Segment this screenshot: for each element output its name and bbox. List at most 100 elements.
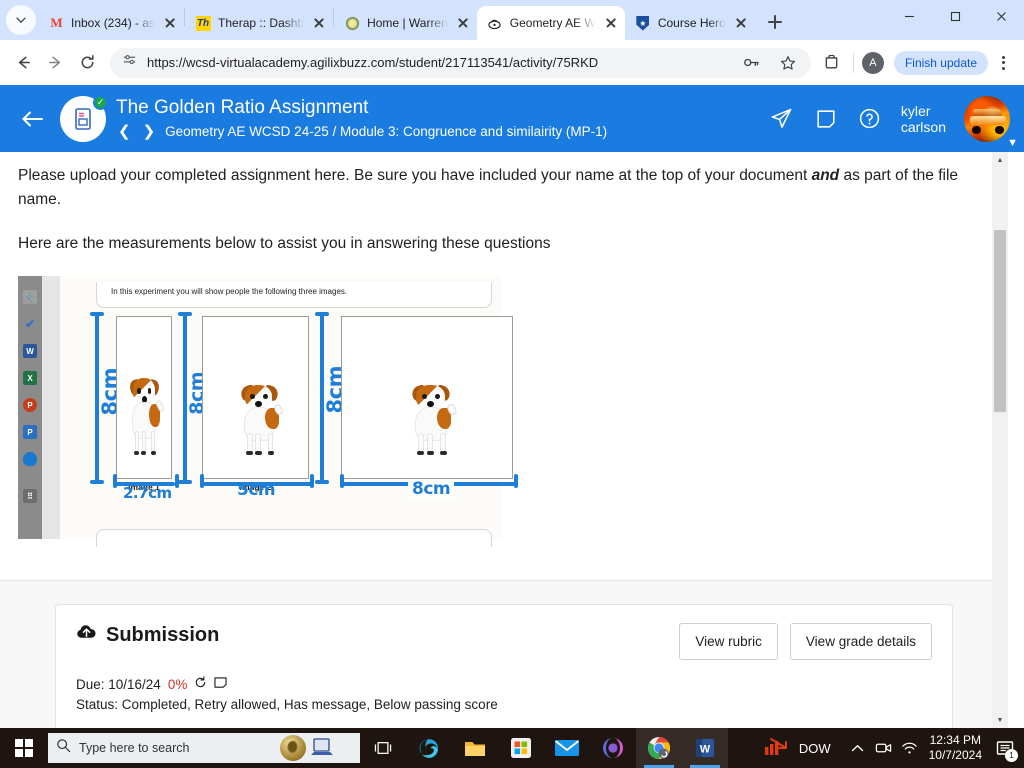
page-title: The Golden Ratio Assignment [116,97,369,118]
tab-title: Geometry AE W [509,16,596,30]
windows-start-icon[interactable] [0,728,48,768]
search-input[interactable]: Type here to search [48,733,360,763]
submission-meta: Due: 10/16/24 0% Status: Completed, Retr… [76,676,932,712]
retry-icon[interactable] [194,676,207,692]
chevron-left-icon[interactable]: ❮ [116,122,133,140]
upload-cloud-icon [76,623,97,647]
task-view-icon[interactable] [360,728,406,768]
submission-card: Submission View rubric View grade detail… [55,604,953,728]
laptop-icon[interactable] [310,737,334,759]
new-tab-button[interactable] [761,8,789,36]
user-name[interactable]: kyler carlson [901,103,946,135]
worksheet-image[interactable]: 📎 ✔ W X P P ⠿ In this experiment you wil… [18,276,518,548]
reload-icon[interactable] [72,48,102,78]
meet-now-icon[interactable] [871,728,897,768]
network-icon[interactable] [897,728,923,768]
breadcrumb: Geometry AE WCSD 24-25 / Module 3: Congr… [165,123,608,139]
publisher-icon: P [23,425,37,440]
image-frame-3: 8cm [340,316,518,500]
forward-arrow-icon[interactable] [40,48,70,78]
word-icon: W [23,344,37,359]
onedrive-icon [23,452,37,467]
worksheet-image-wrapper: 📎 ✔ W X P P ⠿ In this experiment you wil… [0,276,1008,548]
browser-tab-coursehero[interactable]: ★ Course Hero [625,6,755,40]
svg-text:W: W [700,744,711,756]
image-frame-group-1: 8cm 2.7cm Image 1 [90,312,179,502]
submission-status: Status: Completed, Retry allowed, Has me… [76,697,498,712]
finish-update-button[interactable]: Finish update [893,50,988,75]
stock-widget[interactable]: DOW [750,736,845,761]
clock-date: 10/7/2024 [928,748,982,762]
user-avatar-flaming-car[interactable] [964,95,1010,142]
browser-tab-warren[interactable]: Home | Warren [334,6,477,40]
view-grade-details-button[interactable]: View grade details [789,623,932,660]
close-icon[interactable] [455,15,471,31]
send-message-icon[interactable] [769,106,795,132]
scanned-sheet: In this experiment you will show people … [60,276,518,548]
windows-taskbar: Type here to search W DOW 12:34 PM 10/7/… [0,728,1024,768]
chrome-icon[interactable] [636,728,682,768]
back-arrow-icon[interactable] [16,102,50,136]
worksheet-bottom-box [96,529,492,548]
tab-search-button[interactable] [6,5,36,35]
paperclip-icon: 📎 [23,290,37,305]
toolbar-divider [852,52,854,73]
scrollbar-thumb[interactable] [994,230,1006,412]
close-icon[interactable] [162,15,178,31]
nobel-medal-icon[interactable] [280,735,306,761]
header-titles: The Golden Ratio Assignment ❮ ❯ Geometry… [116,97,769,140]
close-icon[interactable] [978,0,1024,32]
image2-width-label: 5cm [237,480,276,501]
edge-icon[interactable] [406,728,452,768]
notifications-icon[interactable]: 1 [990,728,1020,768]
chevron-up-icon[interactable] [845,728,871,768]
stock-label: DOW [798,740,831,756]
scroll-down-arrow[interactable]: ▼ [992,712,1008,728]
kebab-menu-icon[interactable] [990,50,1016,76]
address-bar[interactable]: https://wcsd-virtualacademy.agilixbuzz.c… [110,47,811,78]
search-placeholder: Type here to search [79,741,190,755]
submission-buttons: View rubric View grade details [679,623,932,660]
instructions-paragraph: Please upload your completed assignment … [0,152,1008,212]
maximize-icon[interactable] [932,0,978,32]
office-icon[interactable] [590,728,636,768]
coursehero-icon: ★ [635,15,651,31]
browser-tab-therap[interactable]: Th Therap :: Dashb [185,6,333,40]
file-explorer-icon[interactable] [452,728,498,768]
message-icon[interactable] [214,676,227,692]
mail-icon[interactable] [544,728,590,768]
key-icon[interactable] [739,50,765,76]
gmail-icon: M [50,15,62,30]
microsoft-store-icon[interactable] [498,728,544,768]
profile-avatar[interactable]: A [861,51,884,74]
browser-tab-inbox[interactable]: M Inbox (234) - as [38,6,184,40]
rail-gap [42,276,60,540]
close-icon[interactable] [733,15,749,31]
close-icon[interactable] [603,15,619,31]
image-frame-group-2: 8cm 5cm Image 2 [178,312,314,500]
view-rubric-button[interactable]: View rubric [679,623,778,660]
notes-icon[interactable] [813,106,839,132]
extensions-icon[interactable] [819,50,845,76]
chevron-down-icon[interactable]: ▼ [1007,137,1018,149]
close-icon[interactable] [311,15,327,31]
excel-icon: X [23,371,37,386]
header-actions: kyler carlson ▼ [769,95,1024,149]
search-icon [56,738,71,758]
submission-heading: Submission [76,623,219,647]
stock-down-arrow-icon [764,736,790,761]
help-icon[interactable] [857,106,883,132]
site-settings-icon[interactable] [122,53,137,73]
browser-tab-geometry[interactable]: Geometry AE W [476,6,625,40]
scroll-up-arrow[interactable]: ▲ [992,152,1008,168]
page-scrollbar[interactable]: ▲ ▼ [992,152,1008,728]
word-icon[interactable]: W [682,728,728,768]
chevron-right-icon[interactable]: ❯ [141,122,158,140]
minimize-icon[interactable] [886,0,932,32]
taskbar-clock[interactable]: 12:34 PM 10/7/2024 [923,733,990,763]
star-icon[interactable] [775,50,801,76]
back-arrow-icon[interactable] [8,48,38,78]
tab-strip: M Inbox (234) - as Th Therap :: Dashb Ho… [0,0,1024,40]
due-date: Due: 10/16/24 [76,676,161,692]
clock-time: 12:34 PM [929,733,981,747]
